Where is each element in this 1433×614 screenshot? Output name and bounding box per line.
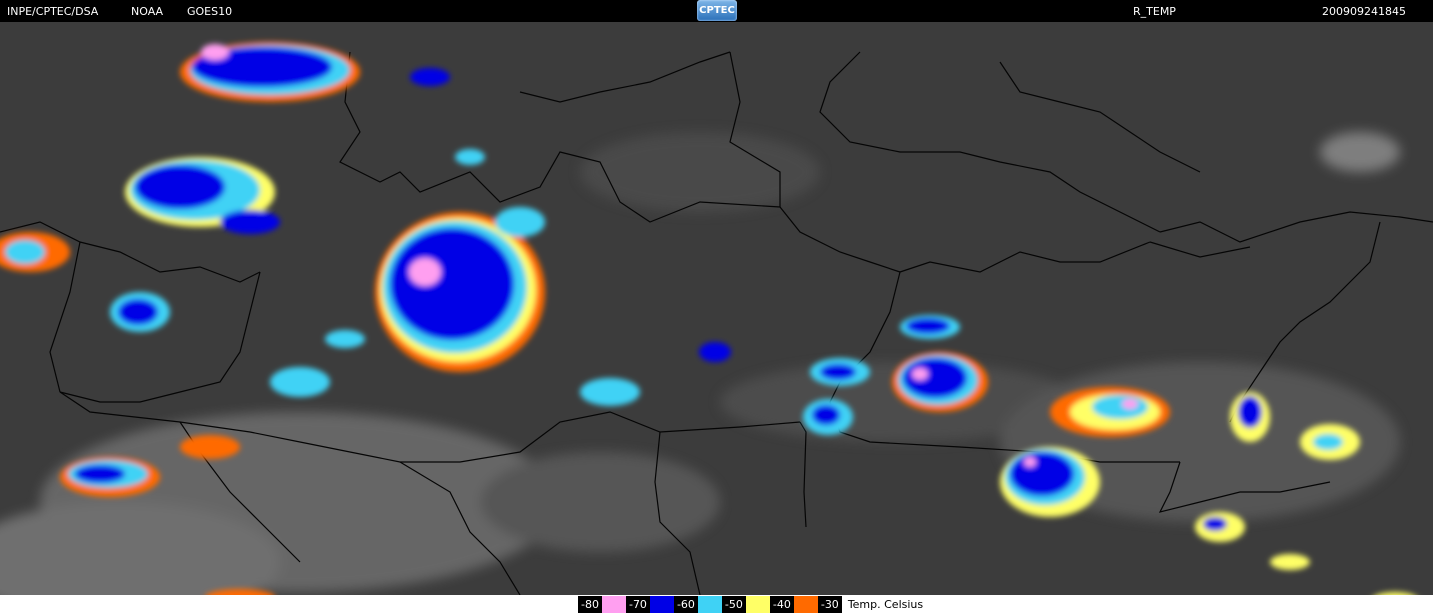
satellite-label: GOES10 [187, 5, 233, 18]
timestamp-label: 200909241845 [1322, 5, 1406, 18]
agency-label: NOAA [131, 5, 164, 18]
satellite-map [0, 22, 1433, 595]
legend-value: -50 [721, 596, 746, 613]
cptec-logo: CPTEC [697, 0, 737, 21]
legend-unit-label: Temp. Celsius [847, 598, 924, 611]
temperature-legend: -80 -70 -60 -50 -40 -30 Temp. Celsius [578, 595, 923, 614]
legend-swatch-yellow [745, 596, 770, 613]
legend-swatch-cyan [697, 596, 722, 613]
legend-value: -40 [769, 596, 794, 613]
legend-swatch-pink [601, 596, 626, 613]
header-bar: INPE/CPTEC/DSA NOAA GOES10 CPTEC R_TEMP … [0, 0, 1433, 22]
legend-value: -60 [673, 596, 698, 613]
source-label: INPE/CPTEC/DSA [7, 5, 99, 18]
legend-swatch-blue [649, 596, 674, 613]
legend-value: -80 [578, 596, 602, 613]
product-label: R_TEMP [1133, 5, 1176, 18]
legend-value: -70 [625, 596, 650, 613]
satellite-image [0, 22, 1433, 595]
legend-swatch-orange [793, 596, 818, 613]
legend-value: -30 [817, 596, 842, 613]
